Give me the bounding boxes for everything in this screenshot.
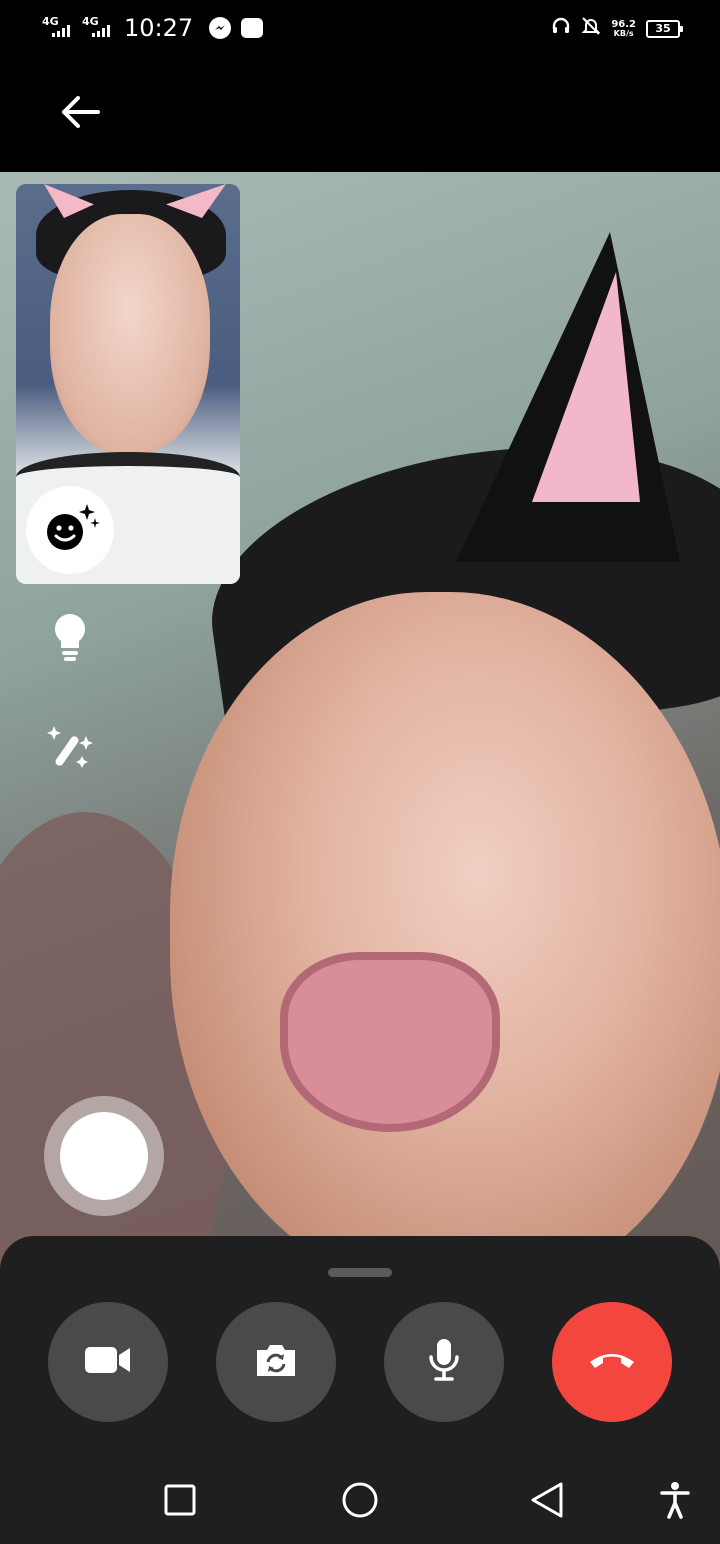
square-icon	[164, 1484, 196, 1521]
clock: 10:27	[124, 14, 194, 42]
flip-camera-button[interactable]	[216, 1302, 336, 1422]
capture-button-inner	[60, 1112, 148, 1200]
network-speed: 96.2 KB/s	[611, 18, 636, 38]
status-bar: 4G 4G 10:27 96.2 KB/s 35	[0, 0, 720, 56]
home-button[interactable]	[335, 1480, 385, 1524]
speed-value: 96.2	[611, 18, 636, 30]
speed-unit: KB/s	[613, 28, 634, 38]
sheet-drag-handle[interactable]	[328, 1268, 392, 1277]
recent-apps-button[interactable]	[155, 1480, 205, 1524]
back-button[interactable]	[52, 86, 108, 142]
accessibility-button[interactable]	[650, 1480, 700, 1524]
end-call-icon	[587, 1348, 637, 1377]
smiley-sparkle-icon	[37, 498, 103, 563]
end-call-button[interactable]	[552, 1302, 672, 1422]
effects-button[interactable]	[26, 486, 114, 574]
accessibility-icon	[659, 1481, 691, 1524]
lightbulb-icon	[52, 612, 88, 669]
triangle-back-icon	[530, 1481, 564, 1524]
headphones-icon	[551, 16, 571, 41]
network-signal-1: 4G	[42, 15, 72, 41]
magic-effects-button[interactable]	[44, 722, 100, 778]
capture-button[interactable]	[44, 1096, 164, 1216]
system-back-button[interactable]	[522, 1480, 572, 1524]
remote-video-shape	[280, 952, 500, 1132]
self-video-shape	[50, 214, 210, 454]
video-camera-icon	[83, 1343, 133, 1382]
toggle-video-button[interactable]	[48, 1302, 168, 1422]
mute-mic-button[interactable]	[384, 1302, 504, 1422]
system-navigation-bar	[0, 1466, 720, 1544]
battery-indicator: 35	[646, 19, 683, 38]
messenger-icon	[209, 17, 232, 39]
light-button[interactable]	[42, 612, 98, 668]
microphone-icon	[426, 1337, 462, 1388]
remote-video-shape	[170, 592, 720, 1292]
magic-wand-icon	[46, 722, 98, 779]
circle-icon	[342, 1482, 378, 1523]
flip-camera-icon	[253, 1340, 299, 1385]
network-signal-2: 4G	[82, 15, 112, 41]
back-arrow-icon	[60, 95, 100, 134]
call-top-bar	[0, 56, 720, 172]
mute-bell-icon	[581, 16, 601, 41]
gallery-notification-icon	[241, 18, 264, 38]
